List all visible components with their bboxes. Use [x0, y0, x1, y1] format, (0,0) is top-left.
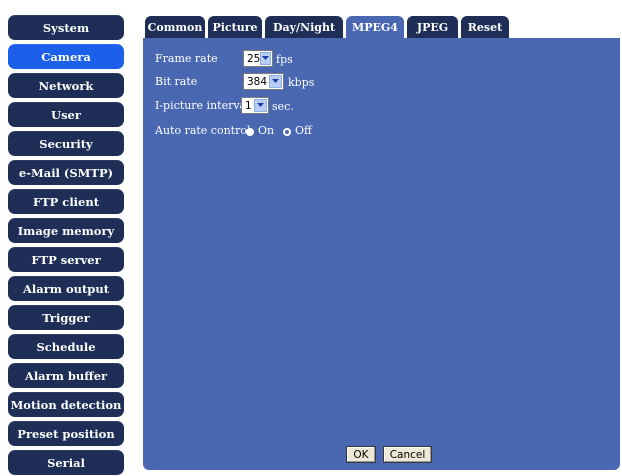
- sidebar-item-label: FTP client: [32, 194, 100, 209]
- chevron-down-icon: [260, 52, 271, 65]
- auto-rate-off-label: Off: [295, 124, 312, 137]
- sidebar-item-label: Security: [39, 136, 93, 151]
- tab-label: Picture: [212, 20, 258, 34]
- tab-label: Reset: [467, 20, 503, 34]
- tab-label: MPEG4: [352, 20, 398, 34]
- i-picture-interval-value: 1: [245, 99, 252, 112]
- frame-rate-label: Frame rate: [155, 52, 218, 65]
- ok-button[interactable]: OK: [346, 446, 376, 463]
- sidebar-item-preset-position[interactable]: Preset position: [8, 421, 124, 446]
- auto-rate-off-radio[interactable]: [283, 128, 291, 136]
- sidebar-item-label: Alarm output: [22, 281, 110, 296]
- sidebar-item-system[interactable]: System: [8, 15, 124, 40]
- bit-rate-label: Bit rate: [155, 75, 198, 88]
- sidebar-item-schedule[interactable]: Schedule: [8, 334, 124, 359]
- sidebar-item-label: Schedule: [36, 339, 96, 354]
- sidebar-item-serial[interactable]: Serial: [8, 450, 124, 475]
- i-picture-interval-unit: sec.: [272, 100, 294, 113]
- sidebar-item-network[interactable]: Network: [8, 73, 124, 98]
- sidebar-item-label: Motion detection: [10, 397, 122, 412]
- tab-jpeg[interactable]: JPEG: [407, 16, 458, 38]
- frame-rate-unit: fps: [276, 53, 293, 66]
- sidebar-item-label: Network: [38, 78, 94, 93]
- sidebar-item-camera[interactable]: Camera: [8, 44, 124, 69]
- bit-rate-unit: kbps: [288, 76, 315, 89]
- sidebar-item-trigger[interactable]: Trigger: [8, 305, 124, 330]
- auto-rate-on-label: On: [258, 124, 275, 137]
- sidebar-item-security[interactable]: Security: [8, 131, 124, 156]
- sidebar-item-label: Trigger: [42, 310, 90, 325]
- sidebar-item-alarm-buffer[interactable]: Alarm buffer: [8, 363, 124, 388]
- auto-rate-control-label: Auto rate control: [155, 124, 251, 137]
- sidebar-item-label: System: [42, 20, 90, 35]
- sidebar-item-label: Serial: [47, 455, 85, 470]
- chevron-down-icon: [269, 75, 282, 88]
- sidebar-nav: System Camera Network User Security e-Ma…: [0, 0, 140, 476]
- sidebar-item-email-smtp[interactable]: e-Mail (SMTP): [8, 160, 124, 185]
- tab-reset[interactable]: Reset: [461, 16, 509, 38]
- frame-rate-value: 25: [247, 52, 261, 65]
- sidebar-item-ftp-client[interactable]: FTP client: [8, 189, 124, 214]
- frame-rate-select[interactable]: 25: [243, 50, 273, 67]
- bit-rate-select[interactable]: 384: [243, 73, 284, 90]
- bit-rate-value: 384: [247, 75, 268, 88]
- tab-day-night[interactable]: Day/Night: [265, 16, 343, 38]
- sidebar-item-user[interactable]: User: [8, 102, 124, 127]
- auto-rate-on-radio[interactable]: [246, 128, 254, 136]
- sidebar-item-image-memory[interactable]: Image memory: [8, 218, 124, 243]
- cancel-button[interactable]: Cancel: [383, 446, 432, 463]
- chevron-down-icon: [254, 99, 267, 112]
- sidebar-item-label: Preset position: [17, 426, 115, 441]
- sidebar-item-motion-detection[interactable]: Motion detection: [8, 392, 124, 417]
- sidebar-item-label: Alarm buffer: [24, 368, 108, 383]
- i-picture-interval-label: I-picture interval: [155, 99, 250, 112]
- tab-mpeg4[interactable]: MPEG4: [346, 16, 404, 38]
- settings-panel: [143, 12, 620, 470]
- sidebar-item-label: e-Mail (SMTP): [18, 165, 114, 180]
- sidebar-item-ftp-server[interactable]: FTP server: [8, 247, 124, 272]
- tab-picture[interactable]: Picture: [208, 16, 262, 38]
- tab-label: JPEG: [416, 20, 449, 34]
- tab-label: Day/Night: [272, 20, 336, 34]
- tab-label: Common: [147, 20, 203, 34]
- sidebar-item-label: FTP server: [31, 252, 101, 267]
- sidebar-item-alarm-output[interactable]: Alarm output: [8, 276, 124, 301]
- sidebar-item-label: Camera: [41, 49, 91, 64]
- sidebar-item-label: Image memory: [17, 223, 115, 238]
- i-picture-interval-select[interactable]: 1: [241, 97, 269, 114]
- tab-common[interactable]: Common: [145, 16, 205, 38]
- sidebar-item-label: User: [51, 107, 81, 122]
